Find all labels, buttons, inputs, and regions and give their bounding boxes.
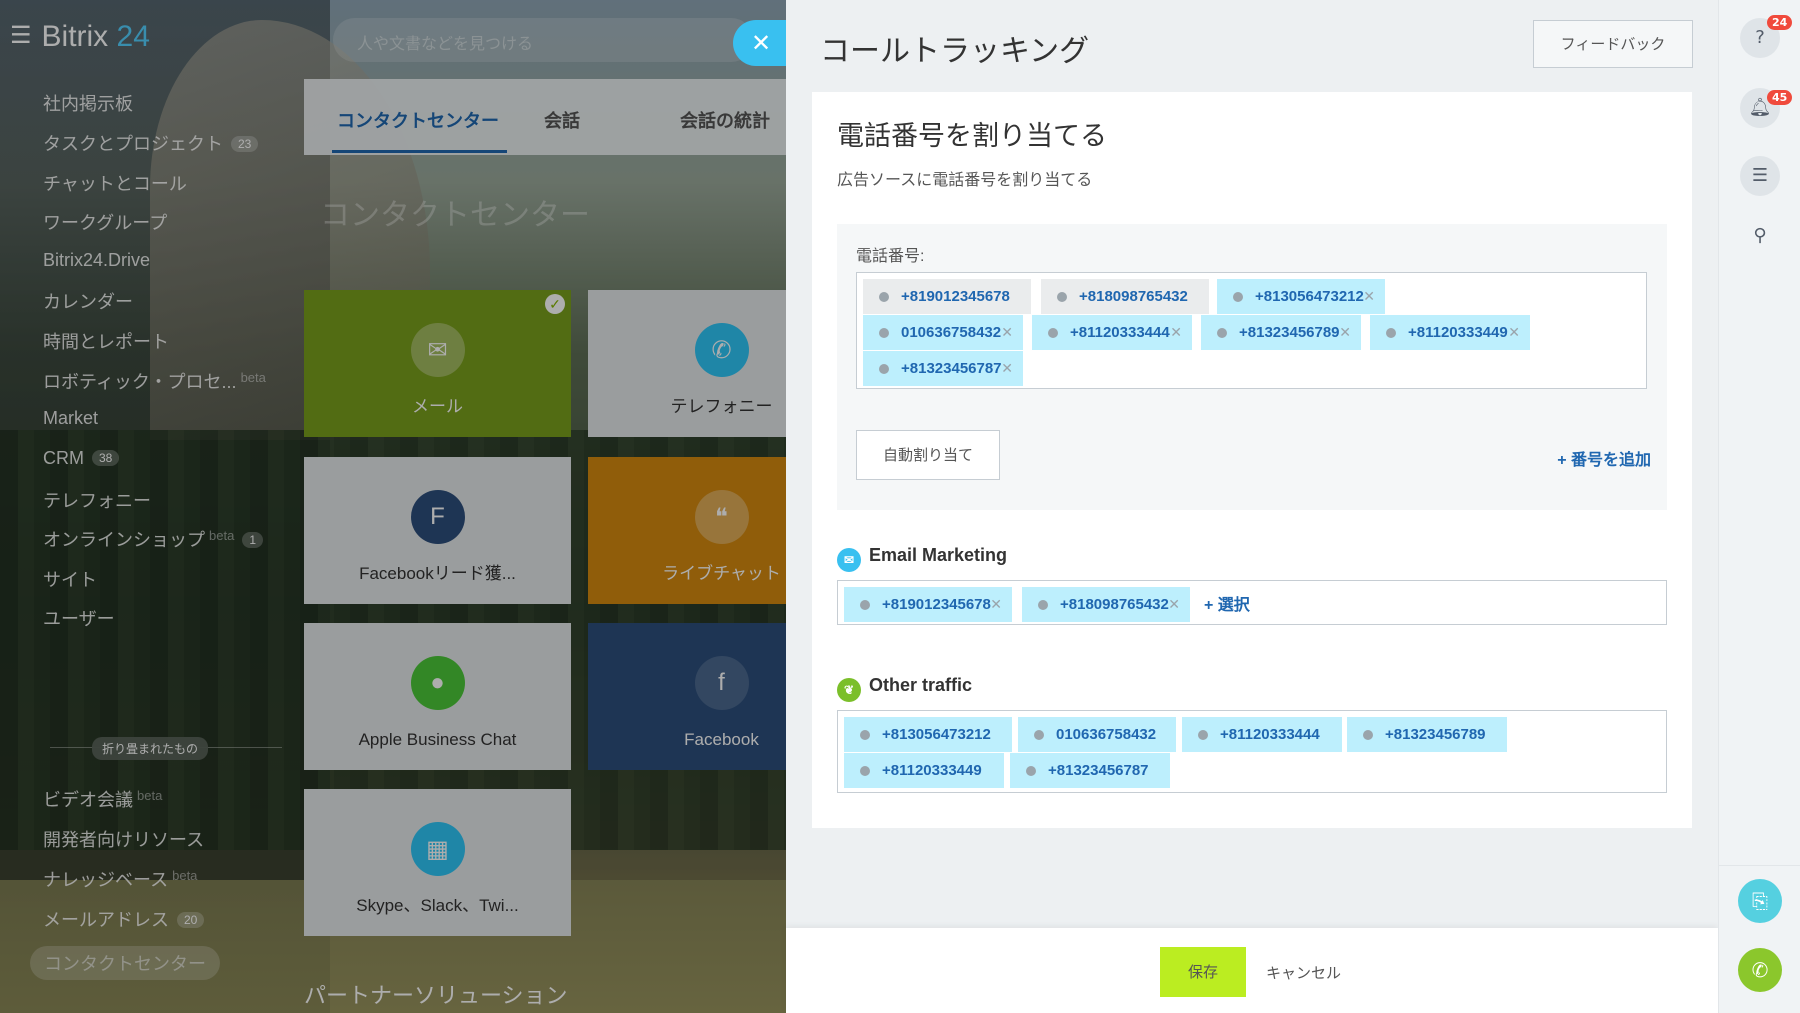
search-icon: ⚲: [1753, 225, 1767, 246]
help-badge: 24: [1767, 15, 1793, 30]
phone-call-button[interactable]: ✆: [1738, 948, 1782, 992]
leaf-icon: ❦: [837, 678, 861, 702]
phone-number-tag[interactable]: +818098765432 ✕: [1022, 587, 1190, 622]
panel-footer: 保存 キャンセル: [786, 928, 1718, 1013]
right-toolbar: ? 24 🔔︎ 45 ☰ ⚲ ⎘ ✆: [1718, 0, 1800, 1013]
phone-numbers-field[interactable]: +819012345678 +818098765432 +813056473212 ✕…: [856, 272, 1647, 389]
phone-number-text: +81120333449: [1408, 324, 1508, 341]
phone-number-text: +81323456787: [901, 360, 1002, 377]
status-dot-icon: [879, 328, 889, 338]
phone-number-text: +819012345678: [882, 596, 991, 613]
phone-number-text: +81323456787: [1048, 762, 1149, 779]
remove-tag-icon[interactable]: ✕: [1001, 351, 1013, 386]
phone-number-tag[interactable]: +813056473212 ✕: [1217, 279, 1385, 314]
phone-number-text: +81323456789: [1385, 726, 1486, 743]
phone-number-tag[interactable]: 010636758432 ✕: [863, 315, 1023, 350]
phone-number-tag[interactable]: +818098765432: [1041, 279, 1209, 314]
phone-number-tag[interactable]: +81120333449: [844, 753, 1004, 788]
remove-tag-icon[interactable]: ✕: [1363, 279, 1375, 314]
chats-button[interactable]: ☰: [1740, 156, 1780, 196]
email-marketing-icon: ✉: [837, 548, 861, 572]
status-dot-icon: [1048, 328, 1058, 338]
status-dot-icon: [860, 730, 870, 740]
open-lines-button[interactable]: ⎘: [1738, 879, 1782, 923]
panel-title: コールトラッキング: [820, 35, 1090, 68]
assign-card: 電話番号を割り当てる 広告ソースに電話番号を割り当てる 電話番号: +81901…: [812, 92, 1692, 828]
remove-tag-icon[interactable]: ✕: [1508, 315, 1520, 350]
source-title-text: Email Marketing: [869, 545, 1008, 565]
phone-number-text: +81120333449: [882, 762, 982, 779]
call-tracking-panel: コールトラッキング フィードバック 電話番号を割り当てる 広告ソースに電話番号を…: [786, 0, 1718, 1013]
phone-number-tag[interactable]: +81323456787: [1010, 753, 1170, 788]
select-number-link[interactable]: + 選択: [1204, 591, 1250, 615]
search-button[interactable]: ⚲: [1740, 216, 1780, 256]
remove-tag-icon[interactable]: ✕: [990, 587, 1002, 622]
status-dot-icon: [1363, 730, 1373, 740]
phone-number-text: +81120333444: [1220, 726, 1320, 743]
phone-number-tag[interactable]: +813056473212: [844, 717, 1012, 752]
source-title-text: Other traffic: [869, 675, 973, 695]
phone-number-text: +818098765432: [1060, 596, 1169, 613]
phone-number-tag[interactable]: +819012345678: [863, 279, 1031, 314]
remove-tag-icon[interactable]: ✕: [1168, 587, 1180, 622]
status-dot-icon: [1026, 766, 1036, 776]
status-dot-icon: [879, 292, 889, 302]
phone-number-tag[interactable]: +81323456789: [1347, 717, 1507, 752]
phone-number-text: 010636758432: [901, 324, 1002, 341]
status-dot-icon: [860, 766, 870, 776]
phone-number-text: +81323456789: [1239, 324, 1340, 341]
status-dot-icon: [1038, 600, 1048, 610]
status-dot-icon: [860, 600, 870, 610]
status-dot-icon: [1198, 730, 1208, 740]
close-slider-button[interactable]: ✕: [733, 20, 789, 66]
auto-assign-button[interactable]: 自動割り当て: [856, 430, 1000, 480]
save-button[interactable]: 保存: [1160, 947, 1246, 997]
overlay-dim[interactable]: [0, 0, 786, 1013]
email-marketing-numbers-field[interactable]: +819012345678 ✕ +818098765432 ✕ + 選択: [837, 580, 1667, 625]
phone-number-text: +813056473212: [1255, 288, 1364, 305]
phone-number-tag[interactable]: +81323456789 ✕: [1201, 315, 1361, 350]
source-email-marketing-title: ✉ Email Marketing: [837, 545, 1007, 572]
phone-number-tag[interactable]: +81120333444: [1182, 717, 1342, 752]
phone-number-tag[interactable]: +81120333449 ✕: [1370, 315, 1530, 350]
remove-tag-icon[interactable]: ✕: [1339, 315, 1351, 350]
feedback-button[interactable]: フィードバック: [1533, 20, 1693, 68]
document-icon: ⎘: [1752, 889, 1768, 913]
status-dot-icon: [879, 364, 889, 374]
chat-bubble-icon: ☰: [1751, 165, 1769, 186]
close-icon: ✕: [750, 29, 772, 57]
phone-number-text: +818098765432: [1079, 288, 1188, 305]
phone-number-text: +819012345678: [901, 288, 1010, 305]
right-toolbar-divider: [1719, 865, 1800, 866]
phone-number-tag[interactable]: +819012345678 ✕: [844, 587, 1012, 622]
card-title: 電話番号を割り当てる: [837, 121, 1107, 151]
status-dot-icon: [1057, 292, 1067, 302]
add-number-link[interactable]: + 番号を追加: [1557, 446, 1651, 470]
source-other-traffic-title: ❦ Other traffic: [837, 675, 972, 702]
phone-icon: ✆: [1751, 958, 1769, 982]
question-icon: ?: [1755, 27, 1765, 48]
status-dot-icon: [1034, 730, 1044, 740]
phone-number-text: +81120333444: [1070, 324, 1170, 341]
phone-number-text: +813056473212: [882, 726, 991, 743]
other-traffic-numbers-field[interactable]: +813056473212 010636758432 +81120333444 +81…: [837, 710, 1667, 793]
cancel-button[interactable]: キャンセル: [1266, 962, 1341, 983]
card-subtitle: 広告ソースに電話番号を割り当てる: [837, 172, 1093, 189]
phone-numbers-label: 電話番号:: [856, 248, 925, 265]
phone-number-text: 010636758432: [1056, 726, 1157, 743]
remove-tag-icon[interactable]: ✕: [1001, 315, 1013, 350]
status-dot-icon: [1233, 292, 1243, 302]
status-dot-icon: [1217, 328, 1227, 338]
notifications-badge: 45: [1767, 90, 1793, 105]
phone-number-tag[interactable]: +81120333444 ✕: [1032, 315, 1192, 350]
phone-number-tag[interactable]: 010636758432: [1018, 717, 1176, 752]
phone-number-tag[interactable]: +81323456787 ✕: [863, 351, 1023, 386]
status-dot-icon: [1386, 328, 1396, 338]
remove-tag-icon[interactable]: ✕: [1170, 315, 1182, 350]
phone-numbers-section: 電話番号: +819012345678 +818098765432 +8130564…: [837, 224, 1667, 510]
